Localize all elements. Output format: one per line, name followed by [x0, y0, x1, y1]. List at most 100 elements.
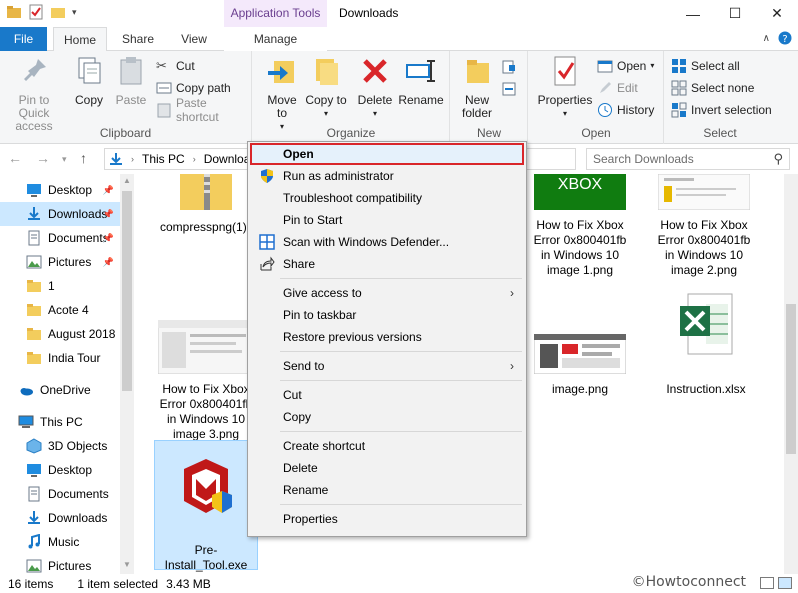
invert-selection-button[interactable]: Invert selection [671, 99, 772, 120]
menu-item-scan-defender[interactable]: Scan with Windows Defender... [250, 231, 524, 253]
forward-arrow-icon[interactable]: → [36, 150, 50, 166]
scroll-up-icon[interactable]: ▲ [120, 176, 134, 185]
menu-item-run-as-admin[interactable]: Run as administrator [250, 165, 524, 187]
nav-item-this-pc[interactable]: This PC [0, 410, 120, 434]
menu-item-label: Troubleshoot compatibility [283, 191, 422, 205]
properties-button[interactable]: Properties ▾ [535, 55, 595, 120]
minimize-icon[interactable]: — [672, 0, 714, 27]
breadcrumb-this-pc[interactable]: This PC [142, 152, 185, 166]
delete-button[interactable]: Delete ▾ [353, 55, 397, 120]
easy-access-icon[interactable] [501, 81, 517, 97]
select-all-button[interactable]: Select all [671, 55, 740, 76]
search-placeholder: Search Downloads [593, 152, 694, 166]
nav-item-music[interactable]: Music [0, 530, 120, 554]
scroll-down-icon[interactable]: ▼ [120, 560, 134, 569]
defender-icon [259, 234, 275, 250]
search-input[interactable]: Search Downloads ⚲ [586, 148, 790, 170]
context-menu: Open Run as administrator Troubleshoot c… [247, 141, 527, 537]
organize-group-label: Organize [326, 126, 376, 140]
nav-item-downloads-quick[interactable]: Downloads 📌 [0, 202, 120, 226]
properties-check-icon[interactable] [28, 4, 44, 20]
nav-item-india-tour[interactable]: India Tour [0, 346, 120, 370]
nav-item-3d-objects[interactable]: 3D Objects [0, 434, 120, 458]
file-item[interactable]: How to Fix Xbox Error 0x800401fb in Wind… [654, 174, 754, 278]
maximize-icon[interactable]: ☐ [714, 0, 756, 27]
nav-item-label: 1 [48, 279, 55, 293]
new-folder-button[interactable]: New folder [455, 55, 499, 120]
up-arrow-icon[interactable]: ↑ [80, 150, 87, 166]
rename-button[interactable]: Rename [397, 55, 445, 107]
menu-item-give-access[interactable]: Give access to › [250, 282, 524, 304]
menu-item-pin-taskbar[interactable]: Pin to taskbar [250, 304, 524, 326]
chevron-up-icon[interactable]: ∧ [763, 33, 770, 44]
xbox-image-thumbnail: XBOX [534, 174, 626, 210]
menu-item-create-shortcut[interactable]: Create shortcut [250, 435, 524, 457]
pin-quick-access-button[interactable]: Pin to Quick access [2, 55, 66, 133]
new-item-icon[interactable] [501, 59, 517, 75]
paste-shortcut-button[interactable]: Paste shortcut [156, 96, 251, 124]
nav-item-folder-1[interactable]: 1 [0, 274, 120, 298]
back-arrow-icon[interactable]: ← [8, 150, 22, 166]
new-group-label: New [476, 126, 501, 140]
nav-scrollbar[interactable]: ▲ ▼ [120, 174, 134, 574]
file-item[interactable]: How to Fix Xbox Error 0x800401fb in Wind… [156, 319, 256, 442]
file-item[interactable]: Instruction.xlsx [656, 290, 756, 397]
tab-home[interactable]: Home [53, 27, 107, 52]
menu-item-rename[interactable]: Rename [250, 479, 524, 501]
recent-dropdown-icon[interactable]: ▾ [62, 154, 67, 165]
nav-item-pictures[interactable]: Pictures [0, 554, 120, 574]
large-icons-view-icon[interactable] [778, 577, 792, 589]
open-ribbon-button[interactable]: Open ▾ [597, 55, 654, 76]
nav-item-documents[interactable]: Documents [0, 482, 120, 506]
history-button[interactable]: History [597, 99, 654, 120]
file-item-selected[interactable]: Pre-Install_Tool.exe [154, 440, 258, 572]
move-to-button[interactable]: Move to ▾ [261, 55, 303, 133]
close-icon[interactable]: ✕ [756, 0, 798, 27]
new-folder-label: New folder [461, 93, 493, 120]
nav-item-pictures-quick[interactable]: Pictures 📌 [0, 250, 120, 274]
cut-button[interactable]: ✂ Cut [156, 55, 195, 76]
nav-item-acote-4[interactable]: Acote 4 [0, 298, 120, 322]
tab-file[interactable]: File [0, 27, 47, 51]
tab-manage[interactable]: Manage [224, 27, 327, 51]
folder-icon [27, 280, 41, 292]
menu-item-pin-start[interactable]: Pin to Start [250, 209, 524, 231]
nav-scroll-thumb[interactable] [122, 191, 132, 391]
nav-item-documents-quick[interactable]: Documents 📌 [0, 226, 120, 250]
nav-item-label: Desktop [48, 463, 93, 477]
tab-share[interactable]: Share [114, 27, 162, 51]
help-icon[interactable]: ? [778, 31, 792, 45]
menu-item-restore-versions[interactable]: Restore previous versions [250, 326, 524, 348]
select-none-button[interactable]: Select none [671, 77, 754, 98]
menu-item-share[interactable]: Share [250, 253, 524, 275]
file-item[interactable]: compresspng(1).zip [156, 174, 265, 235]
nav-item-desktop-quick[interactable]: Desktop 📌 [0, 178, 120, 202]
file-item[interactable]: image.png [530, 333, 630, 397]
copy-button[interactable]: Copy [70, 55, 108, 107]
menu-item-properties[interactable]: Properties [250, 508, 524, 530]
menu-item-delete[interactable]: Delete [250, 457, 524, 479]
paste-icon [120, 57, 142, 85]
nav-item-downloads[interactable]: Downloads [0, 506, 120, 530]
tab-view[interactable]: View [170, 27, 218, 51]
window-title: Downloads [339, 6, 399, 20]
menu-item-cut[interactable]: Cut [250, 384, 524, 406]
file-item[interactable]: XBOX How to Fix Xbox Error 0x800401fb in… [530, 174, 630, 278]
menu-item-copy[interactable]: Copy [250, 406, 524, 428]
copy-to-button[interactable]: Copy to ▾ [305, 55, 347, 120]
nav-item-onedrive[interactable]: OneDrive [0, 378, 120, 402]
menu-item-troubleshoot[interactable]: Troubleshoot compatibility [250, 187, 524, 209]
new-folder-small-icon[interactable] [50, 4, 66, 20]
edit-button[interactable]: Edit [597, 77, 638, 98]
nav-item-august-2018[interactable]: August 2018 [0, 322, 120, 346]
content-scrollbar[interactable] [784, 174, 798, 574]
menu-item-label: Send to [283, 359, 325, 373]
details-view-icon[interactable] [760, 577, 774, 589]
content-scroll-thumb[interactable] [786, 304, 796, 454]
qat-dropdown-icon[interactable]: ▾ [72, 7, 77, 18]
paste-button[interactable]: Paste [112, 55, 150, 107]
menu-item-send-to[interactable]: Send to › [250, 355, 524, 377]
menu-item-open[interactable]: Open [250, 143, 524, 165]
nav-item-desktop[interactable]: Desktop [0, 458, 120, 482]
nav-item-label: India Tour [48, 351, 101, 365]
